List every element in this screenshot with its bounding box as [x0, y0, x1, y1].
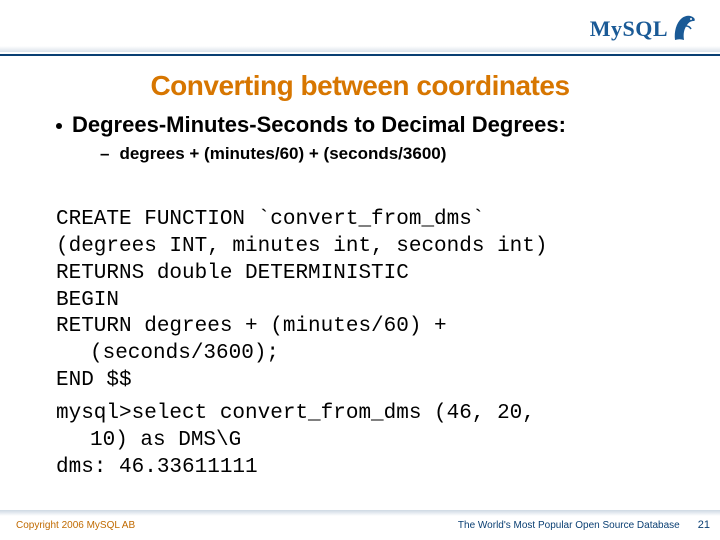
slide-content: Degrees-Minutes-Seconds to Decimal Degre…: [0, 112, 720, 540]
code-line: mysql>select convert_from_dms (46, 20,: [56, 402, 535, 425]
code-line: CREATE FUNCTION `convert_from_dms`: [56, 208, 484, 231]
page-number: 21: [698, 519, 710, 531]
slide-title: Converting between coordinates: [40, 70, 680, 102]
bullet-level-1: Degrees-Minutes-Seconds to Decimal Degre…: [56, 112, 672, 138]
code-line: (seconds/3600);: [56, 341, 672, 368]
code-line: END $$: [56, 369, 132, 392]
copyright-text: Copyright 2006 MySQL AB: [16, 520, 135, 531]
code-block: CREATE FUNCTION `convert_from_dms` (degr…: [56, 180, 672, 509]
code-line: 10) as DMS\G: [56, 428, 672, 455]
footer: Copyright 2006 MySQL AB The World's Most…: [0, 514, 720, 540]
code-line: (degrees INT, minutes int, seconds int): [56, 235, 547, 258]
mysql-logo: MySQL: [590, 12, 698, 42]
bullet-2-text: degrees + (minutes/60) + (seconds/3600): [119, 144, 446, 164]
footer-right: The World's Most Popular Open Source Dat…: [458, 519, 710, 531]
bullet-level-2: – degrees + (minutes/60) + (seconds/3600…: [100, 144, 672, 164]
bullet-1-text: Degrees-Minutes-Seconds to Decimal Degre…: [72, 112, 566, 138]
bullet-dot-icon: [56, 123, 62, 129]
bullet-dash-icon: –: [100, 144, 109, 164]
header-band: MySQL: [0, 0, 720, 56]
code-line: dms: 46.33611111: [56, 456, 258, 479]
slide: MySQL Converting between coordinates Deg…: [0, 0, 720, 540]
code-gap: [56, 395, 672, 401]
tagline-text: The World's Most Popular Open Source Dat…: [458, 520, 680, 531]
code-line: RETURNS double DETERMINISTIC: [56, 262, 409, 285]
code-line: BEGIN: [56, 289, 119, 312]
code-line: RETURN degrees + (minutes/60) +: [56, 315, 447, 338]
dolphin-icon: [672, 12, 698, 42]
logo-text: MySQL: [590, 16, 668, 42]
